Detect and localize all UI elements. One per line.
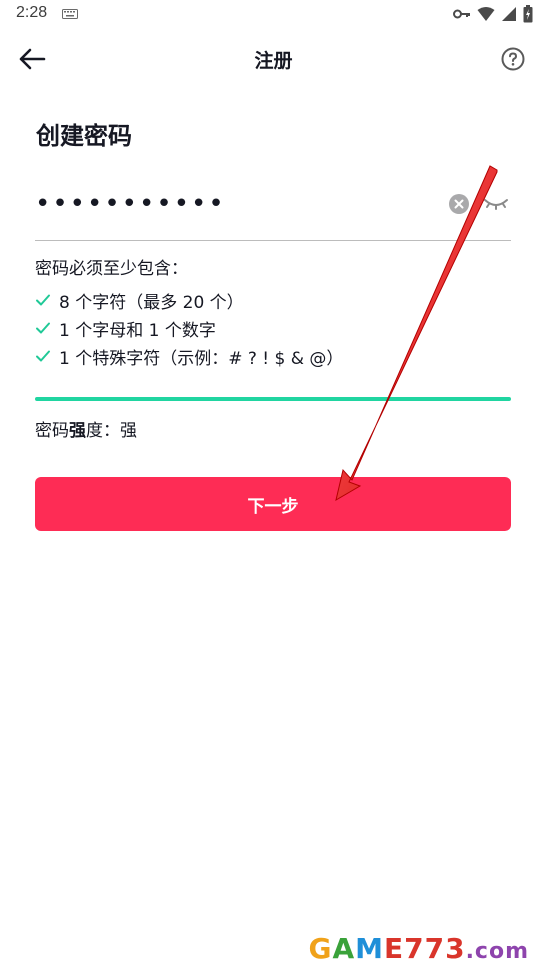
question-circle-icon[interactable]	[501, 47, 525, 71]
wifi-icon	[477, 7, 495, 21]
battery-icon	[523, 5, 533, 23]
keyboard-icon	[62, 9, 78, 19]
signal-icon	[502, 7, 516, 21]
header-title: 注册	[254, 50, 293, 72]
requirement-item: 1 个字母和 1 个数字	[35, 314, 343, 342]
check-icon	[36, 322, 50, 334]
strength-bar-fill	[35, 397, 511, 401]
requirement-label: 8 个字符（最多 20 个）	[59, 292, 244, 313]
requirement-item: 1 个特殊字符（示例：# ? ! $ & @）	[35, 342, 343, 370]
requirements-list: 8 个字符（最多 20 个） 1 个字母和 1 个数字 1 个特殊字符（示例：#…	[35, 286, 343, 370]
requirements-heading: 密码必须至少包含：	[35, 259, 188, 279]
status-icons	[453, 5, 533, 23]
next-button[interactable]: 下一步	[35, 477, 511, 531]
page-title: 创建密码	[36, 122, 132, 150]
strength-bar	[35, 397, 511, 401]
status-time: 2:28	[16, 4, 48, 21]
strength-label-bold: 强	[69, 421, 86, 441]
strength-label-suffix: 度：	[86, 421, 120, 441]
watermark-logo: GAME773.com	[308, 932, 529, 965]
password-input[interactable]	[35, 182, 435, 226]
requirement-label: 1 个字母和 1 个数字	[59, 320, 216, 341]
register-password-screen: 2:28 注册 创建密码 ••••••••••• 密码必须至少包含： 8 个字符…	[0, 0, 547, 975]
header: 注册	[0, 36, 547, 82]
eye-closed-icon[interactable]	[483, 192, 509, 214]
key-icon	[453, 9, 470, 19]
requirement-label: 1 个特殊字符（示例：# ? ! $ & @）	[59, 348, 344, 369]
strength-label-prefix: 密码	[35, 421, 69, 441]
clear-icon	[454, 199, 464, 209]
password-field-row	[35, 182, 511, 241]
status-bar: 2:28	[0, 0, 547, 28]
check-icon	[36, 350, 50, 362]
check-icon	[36, 294, 50, 306]
requirement-item: 8 个字符（最多 20 个）	[35, 286, 343, 314]
clear-button[interactable]	[449, 194, 469, 214]
strength-label: 密码强度：强	[35, 416, 137, 441]
strength-value: 强	[120, 421, 137, 441]
